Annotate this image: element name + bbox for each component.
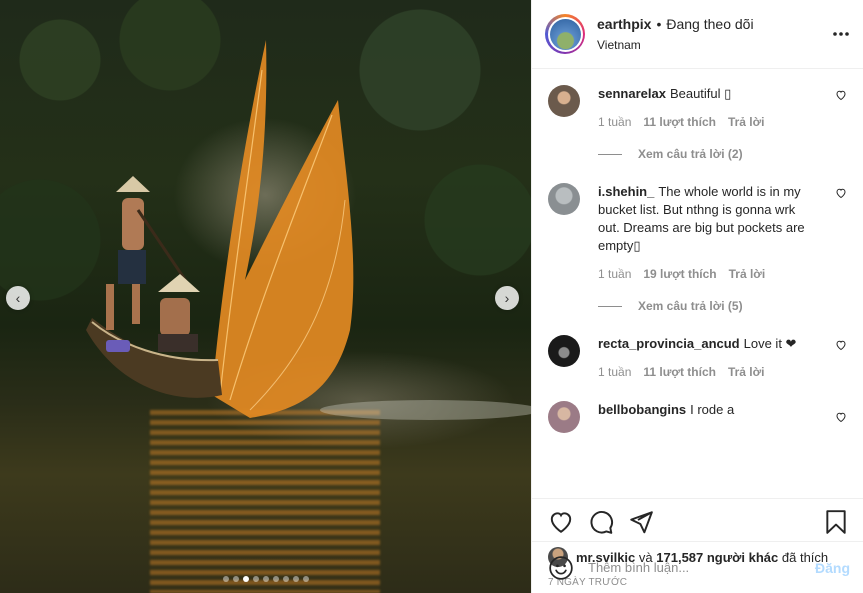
view-replies-button[interactable]: Xem câu trả lời (5): [598, 299, 819, 313]
photo-scene: [86, 40, 531, 420]
carousel-dot: [282, 576, 289, 582]
heart-icon[interactable]: [835, 411, 847, 423]
post-comment-button[interactable]: Đăng: [815, 560, 850, 576]
author-username[interactable]: earthpix: [597, 16, 651, 32]
comment-input[interactable]: [588, 560, 815, 575]
carousel-dot: [242, 576, 249, 582]
author-avatar[interactable]: [545, 14, 585, 54]
comment-likes[interactable]: 11 lượt thích: [643, 365, 716, 379]
comment-avatar[interactable]: [548, 183, 580, 215]
carousel-dot: [292, 576, 299, 582]
comments-list[interactable]: sennarelax Beautiful ▯ 1 tuần 11 lượt thí…: [532, 69, 863, 499]
chevron-right-icon: ›: [504, 290, 510, 306]
comment-reply-button[interactable]: Trả lời: [729, 267, 766, 281]
comment-reply-button[interactable]: Trả lời: [728, 365, 765, 379]
comment-username[interactable]: bellbobangins: [598, 402, 686, 417]
comment-item: recta_provincia_ancud Love it ❤ 1 tuần 11…: [548, 335, 847, 379]
post-actions: [532, 499, 863, 545]
carousel-dot: [302, 576, 309, 582]
separator-dot: •: [656, 16, 662, 32]
comment-time[interactable]: 1 tuần: [598, 115, 631, 129]
comment-time[interactable]: 1 tuần: [598, 365, 631, 379]
comment-username[interactable]: sennarelax: [598, 86, 666, 101]
chevron-left-icon: ‹: [15, 290, 21, 306]
heart-icon[interactable]: [548, 509, 574, 535]
post-header: earthpix • Đang theo dõi Vietnam: [532, 0, 863, 69]
carousel-dot: [232, 576, 239, 582]
comment-item: i.shehin_ The whole world is in my bucket…: [548, 183, 847, 313]
comment-avatar[interactable]: [548, 401, 580, 433]
comment-reply-button[interactable]: Trả lời: [728, 115, 765, 129]
comment-item: sennarelax Beautiful ▯ 1 tuần 11 lượt thí…: [548, 85, 847, 161]
comment-username[interactable]: recta_provincia_ancud: [598, 336, 740, 351]
comment-avatar[interactable]: [548, 85, 580, 117]
more-horizontal-icon[interactable]: [833, 32, 849, 36]
comment-likes[interactable]: 11 lượt thích: [643, 115, 716, 129]
bookmark-icon[interactable]: [823, 509, 849, 535]
post-panel: earthpix • Đang theo dõi Vietnam sennare…: [531, 0, 863, 593]
comment-text: Beautiful ▯: [669, 86, 732, 101]
carousel-dot: [252, 576, 259, 582]
heart-icon[interactable]: [835, 89, 847, 101]
post-photo[interactable]: ‹ ›: [0, 0, 531, 593]
view-replies-label: Xem câu trả lời (5): [638, 299, 743, 313]
comment-icon[interactable]: [588, 509, 614, 535]
carousel-next-button[interactable]: ›: [495, 286, 519, 310]
emoji-icon[interactable]: [548, 555, 574, 581]
carousel-dot: [222, 576, 229, 582]
add-comment-bar: Đăng: [532, 541, 863, 593]
comment-text: I rode a: [690, 402, 735, 417]
heart-icon[interactable]: [835, 187, 847, 199]
carousel-prev-button[interactable]: ‹: [6, 286, 30, 310]
post-location[interactable]: Vietnam: [597, 38, 833, 52]
comment-likes[interactable]: 19 lượt thích: [643, 267, 716, 281]
carousel-dot: [272, 576, 279, 582]
comment-time[interactable]: 1 tuần: [598, 267, 631, 281]
follow-status-button[interactable]: Đang theo dõi: [666, 16, 753, 32]
view-replies-label: Xem câu trả lời (2): [638, 147, 743, 161]
heart-icon[interactable]: [835, 339, 847, 351]
comment-text: Love it ❤: [743, 336, 797, 351]
carousel-indicator: [0, 576, 531, 582]
share-icon[interactable]: [628, 509, 654, 535]
comment-item: bellbobangins I rode a: [548, 401, 847, 433]
comment-username[interactable]: i.shehin_: [598, 184, 654, 199]
carousel-dot: [262, 576, 269, 582]
view-replies-button[interactable]: Xem câu trả lời (2): [598, 147, 819, 161]
post-modal: ‹ › earthpix • Đang theo dõi Vietnam sen…: [0, 0, 863, 593]
comment-avatar[interactable]: [548, 335, 580, 367]
